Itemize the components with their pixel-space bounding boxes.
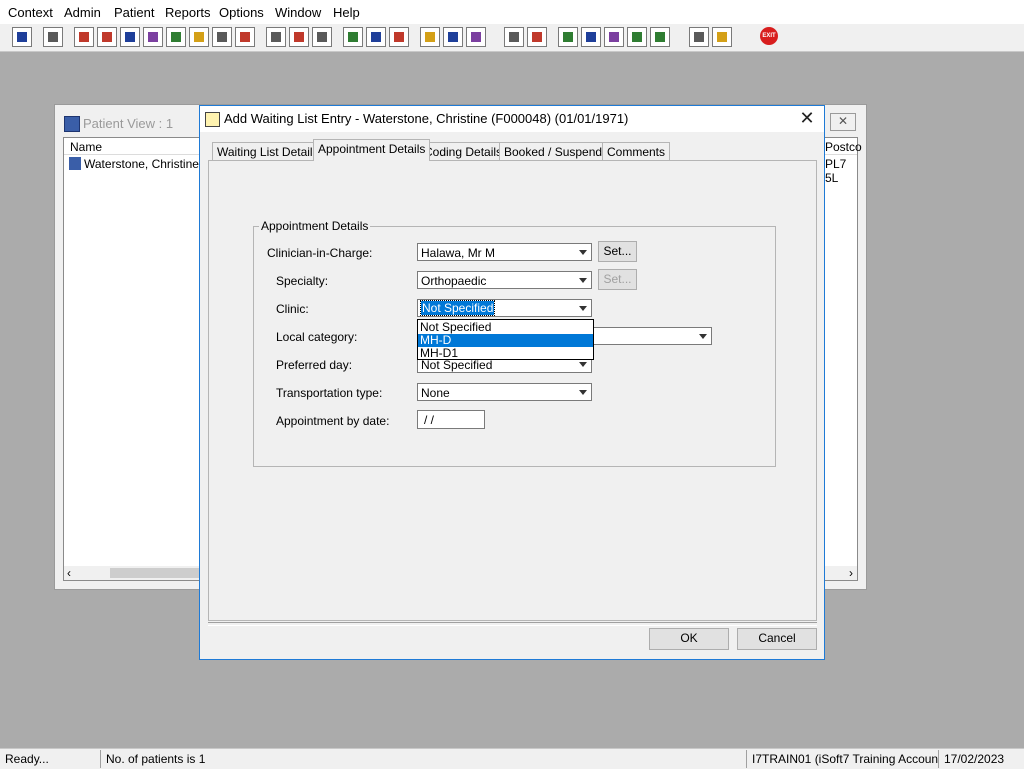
transfer-icon[interactable]	[212, 27, 232, 47]
printer-icon[interactable]	[43, 27, 63, 47]
ward-icon[interactable]	[343, 27, 363, 47]
exit-icon: EXIT	[760, 27, 778, 45]
column-header-name[interactable]: Name	[70, 140, 102, 154]
clinician-label: Clinician-in-Charge:	[267, 246, 373, 260]
document-icon[interactable]	[504, 27, 524, 47]
patient-view-title: Patient View : 1	[83, 116, 174, 131]
patient-row-name[interactable]: Waterstone, Christine...	[84, 157, 209, 171]
chevron-down-icon[interactable]	[575, 385, 590, 399]
menu-options[interactable]: Options	[219, 5, 264, 20]
referral-out-icon[interactable]	[604, 27, 624, 47]
scrollbar-thumb[interactable]	[110, 568, 200, 578]
status-patient-count: No. of patients is 1	[100, 750, 734, 768]
tab-appointment-details[interactable]: Appointment Details	[313, 139, 431, 161]
appointment-by-date-value: / /	[424, 413, 435, 427]
local-category-label: Local category:	[276, 330, 358, 344]
waiting-list-icon[interactable]	[466, 27, 486, 47]
clinician-set-button[interactable]: Set...	[598, 241, 637, 262]
specialty-value: Orthopaedic	[421, 274, 487, 288]
menu-patient[interactable]: Patient	[114, 5, 154, 20]
status-ready: Ready...	[5, 752, 49, 766]
dialog-title: Add Waiting List Entry - Waterstone, Chr…	[224, 111, 629, 126]
toolbar: EXIT	[0, 24, 1024, 52]
tab-waiting-list-details[interactable]: Waiting List Details	[212, 142, 324, 161]
patient-icon[interactable]	[12, 27, 32, 47]
download-icon[interactable]	[627, 27, 647, 47]
transportation-label: Transportation type:	[276, 386, 383, 400]
appointment-by-date-label: Appointment by date:	[276, 414, 390, 428]
column-header-postcode[interactable]: Postco	[825, 140, 862, 154]
dialog-close-button[interactable]: ✕	[796, 107, 818, 129]
warning-icon[interactable]	[712, 27, 732, 47]
tab-booked-suspend[interactable]: Booked / Suspend	[499, 142, 608, 161]
chevron-down-icon[interactable]	[575, 245, 590, 259]
specialty-combo[interactable]: Orthopaedic	[417, 271, 592, 289]
patient-icon	[69, 157, 81, 170]
chevron-down-icon[interactable]	[575, 273, 590, 287]
chart-icon[interactable]	[527, 27, 547, 47]
clinician-value: Halawa, Mr M	[421, 246, 496, 260]
menu-admin[interactable]: Admin	[64, 5, 101, 20]
appointment-by-date-input[interactable]: / /	[417, 410, 485, 429]
clinician-combo[interactable]: Halawa, Mr M	[417, 243, 592, 261]
menu-window[interactable]: Window	[275, 5, 321, 20]
group-title: Appointment Details	[259, 219, 371, 233]
scroll-left-icon[interactable]: ‹	[67, 566, 71, 580]
clinic-option-mh-d1[interactable]: MH-D1	[418, 347, 593, 360]
chevron-down-icon[interactable]	[695, 329, 710, 343]
clinic-value: Not Specified	[419, 300, 496, 316]
patient-row-postcode[interactable]: PL7 5L	[825, 157, 857, 185]
letters-icon[interactable]	[420, 27, 440, 47]
note-icon	[205, 112, 220, 127]
chevron-down-icon[interactable]	[575, 301, 590, 315]
dialog-separator	[208, 622, 817, 626]
menu-bar: Context Admin Patient Reports Options Wi…	[0, 0, 1024, 24]
exit-button[interactable]: EXIT	[758, 27, 780, 47]
clinic-value-wrap: Not Specified	[419, 300, 496, 316]
clinic-dropdown-list: Not Specified MH-D MH-D1	[417, 319, 594, 360]
status-bar: Ready... No. of patients is 1 I7TRAIN01 …	[0, 748, 1024, 769]
m-icon[interactable]	[143, 27, 163, 47]
refresh-icon[interactable]	[650, 27, 670, 47]
menu-context[interactable]: Context	[8, 5, 53, 20]
menu-help[interactable]: Help	[333, 5, 360, 20]
list-icon[interactable]	[312, 27, 332, 47]
switch-icon[interactable]	[689, 27, 709, 47]
flag-icon[interactable]	[235, 27, 255, 47]
patient-view-icon	[64, 116, 80, 132]
clinician-icon[interactable]	[166, 27, 186, 47]
preferred-day-label: Preferred day:	[276, 358, 353, 372]
status-account: I7TRAIN01 (iSoft7 Training Account)	[746, 750, 938, 768]
search-icon[interactable]	[266, 27, 286, 47]
tab-comments[interactable]: Comments	[602, 142, 671, 161]
ok-button[interactable]: OK	[649, 628, 729, 650]
clinic-combo[interactable]: Not Specified	[417, 299, 592, 317]
notes-icon[interactable]	[189, 27, 209, 47]
specialty-label: Specialty:	[276, 274, 329, 288]
scroll-right-icon[interactable]: ›	[849, 566, 853, 580]
edit-record-icon[interactable]	[97, 27, 117, 47]
transportation-value: None	[421, 386, 450, 400]
transportation-combo[interactable]: None	[417, 383, 592, 401]
tab-coding-details[interactable]: Coding Details	[419, 142, 508, 161]
admission-icon[interactable]	[366, 27, 386, 47]
globe-icon[interactable]	[558, 27, 578, 47]
referral-in-icon[interactable]	[581, 27, 601, 47]
menu-reports[interactable]: Reports	[165, 5, 211, 20]
add-waiting-list-dialog: Add Waiting List Entry - Waterstone, Chr…	[199, 105, 825, 660]
cancel-button[interactable]: Cancel	[737, 628, 817, 650]
ambulance-icon[interactable]	[443, 27, 463, 47]
specialty-set-button[interactable]: Set...	[598, 269, 637, 290]
discharge-icon[interactable]	[389, 27, 409, 47]
clock-icon[interactable]	[289, 27, 309, 47]
preferred-day-value: Not Specified	[421, 358, 493, 372]
patient-view-close-button[interactable]: ✕	[830, 113, 856, 131]
view-record-icon[interactable]	[120, 27, 140, 47]
dialog-titlebar: Add Waiting List Entry - Waterstone, Chr…	[200, 106, 824, 132]
records-icon[interactable]	[74, 27, 94, 47]
status-date: 17/02/2023	[938, 750, 1008, 768]
clinic-label: Clinic:	[276, 302, 309, 316]
